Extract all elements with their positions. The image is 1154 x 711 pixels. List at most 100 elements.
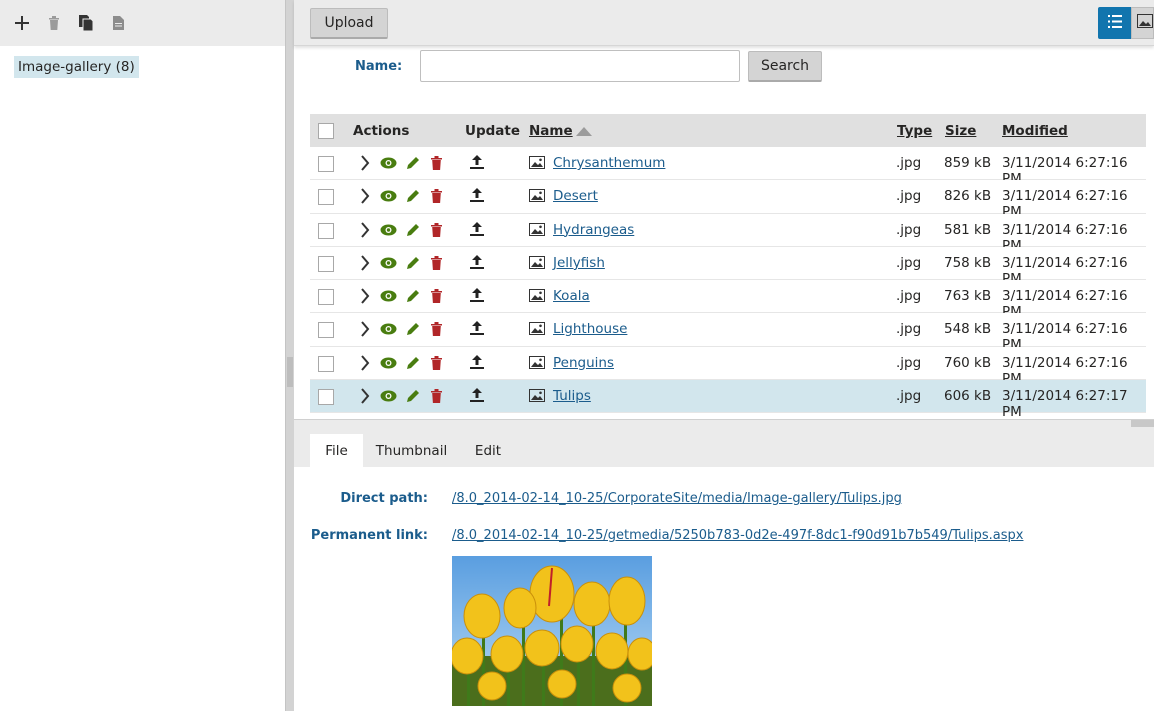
trash-icon[interactable] bbox=[431, 255, 447, 272]
upload-icon[interactable] bbox=[470, 388, 486, 404]
row-checkbox[interactable] bbox=[318, 222, 334, 239]
copy-icon bbox=[79, 15, 93, 31]
pencil-icon[interactable] bbox=[406, 289, 422, 305]
file-grid: Actions Update Name Type Size Modified C… bbox=[310, 114, 1146, 420]
file-name-link[interactable]: Hydrangeas bbox=[553, 222, 634, 238]
upload-icon[interactable] bbox=[470, 321, 486, 337]
plus-icon bbox=[15, 16, 29, 30]
header-update: Update bbox=[465, 123, 521, 139]
eye-icon[interactable] bbox=[380, 323, 397, 339]
table-row[interactable]: Lighthouse .jpg 548 kB 3/11/2014 6:27:16 PM bbox=[310, 313, 1146, 353]
table-row[interactable]: Hydrangeas .jpg 581 kB 3/11/2014 6:27:16 PM bbox=[310, 213, 1146, 254]
table-row[interactable]: Penguins .jpg 760 kB 3/11/2014 6:27:16 PM bbox=[310, 346, 1146, 387]
header-modified[interactable]: Modified bbox=[1002, 123, 1068, 139]
chevron-right-icon[interactable] bbox=[360, 288, 376, 304]
upload-button[interactable]: Upload bbox=[310, 8, 388, 39]
tab-thumbnail[interactable]: Thumbnail bbox=[369, 434, 454, 467]
file-name-link[interactable]: Desert bbox=[553, 188, 598, 204]
trash-icon[interactable] bbox=[431, 156, 447, 172]
chevron-right-icon[interactable] bbox=[360, 255, 376, 271]
list-view-button[interactable] bbox=[1098, 7, 1131, 39]
eye-icon[interactable] bbox=[380, 257, 397, 273]
chevron-right-icon[interactable] bbox=[360, 221, 376, 238]
header-name[interactable]: Name bbox=[529, 123, 573, 139]
chevron-right-icon[interactable] bbox=[360, 388, 376, 404]
trash-icon[interactable] bbox=[431, 389, 447, 405]
splitter-handle[interactable] bbox=[287, 357, 293, 387]
panel-splitter[interactable] bbox=[285, 0, 294, 711]
header-type[interactable]: Type bbox=[897, 123, 932, 139]
eye-icon[interactable] bbox=[380, 224, 397, 240]
trash-icon[interactable] bbox=[431, 222, 447, 239]
image-preview bbox=[452, 556, 652, 706]
upload-icon[interactable] bbox=[470, 221, 486, 238]
new-folder-button[interactable] bbox=[6, 7, 38, 39]
row-checkbox[interactable] bbox=[318, 189, 334, 206]
upload-icon[interactable] bbox=[470, 288, 486, 304]
tiles-view-button[interactable] bbox=[1131, 7, 1154, 39]
file-name-link[interactable]: Tulips bbox=[553, 388, 591, 404]
file-name-link[interactable]: Penguins bbox=[553, 355, 614, 371]
file-type: .jpg bbox=[896, 354, 922, 371]
upload-icon[interactable] bbox=[470, 354, 486, 371]
row-checkbox[interactable] bbox=[318, 156, 334, 172]
file-name-link[interactable]: Koala bbox=[553, 288, 590, 304]
file-name-link[interactable]: Jellyfish bbox=[553, 255, 605, 271]
upload-icon[interactable] bbox=[470, 155, 486, 171]
pencil-icon[interactable] bbox=[406, 189, 422, 205]
file-name-link[interactable]: Chrysanthemum bbox=[553, 155, 665, 171]
table-row[interactable]: Chrysanthemum .jpg 859 kB 3/11/2014 6:27:16… bbox=[310, 147, 1146, 187]
file-type: .jpg bbox=[896, 221, 922, 238]
tab-file[interactable]: File bbox=[310, 434, 363, 467]
eye-icon[interactable] bbox=[380, 157, 397, 173]
table-row[interactable]: Koala .jpg 763 kB 3/11/2014 6:27:16 PM bbox=[310, 280, 1146, 320]
pencil-icon[interactable] bbox=[406, 356, 422, 372]
file-type: .jpg bbox=[896, 388, 922, 405]
image-icon bbox=[529, 156, 545, 172]
eye-icon[interactable] bbox=[380, 357, 397, 373]
tree-node-image-gallery[interactable]: Image-gallery (8) bbox=[14, 56, 139, 78]
eye-icon[interactable] bbox=[380, 290, 397, 306]
row-checkbox[interactable] bbox=[318, 255, 334, 272]
row-checkbox[interactable] bbox=[318, 389, 334, 406]
horizontal-scrollbar[interactable] bbox=[1131, 420, 1154, 427]
header-size[interactable]: Size bbox=[945, 123, 976, 139]
name-filter-input[interactable] bbox=[420, 50, 740, 82]
eye-icon[interactable] bbox=[380, 390, 397, 406]
move-folder-button[interactable] bbox=[102, 7, 134, 39]
permanent-link[interactable]: /8.0_2014-02-14_10-25/getmedia/5250b783-… bbox=[452, 528, 1023, 543]
eye-icon[interactable] bbox=[380, 190, 397, 206]
copy-folder-button[interactable] bbox=[70, 7, 102, 39]
file-name-link[interactable]: Lighthouse bbox=[553, 321, 627, 337]
upload-icon[interactable] bbox=[470, 254, 486, 271]
pencil-icon[interactable] bbox=[406, 322, 422, 338]
direct-path-link[interactable]: /8.0_2014-02-14_10-25/CorporateSite/medi… bbox=[452, 491, 902, 506]
chevron-right-icon[interactable] bbox=[360, 355, 376, 371]
pencil-icon[interactable] bbox=[406, 223, 422, 239]
pencil-icon[interactable] bbox=[406, 156, 422, 172]
trash-icon[interactable] bbox=[431, 355, 447, 372]
trash-icon[interactable] bbox=[431, 189, 447, 205]
row-checkbox[interactable] bbox=[318, 289, 334, 306]
chevron-right-icon[interactable] bbox=[360, 155, 376, 171]
trash-icon[interactable] bbox=[431, 289, 447, 305]
chevron-right-icon[interactable] bbox=[360, 321, 376, 338]
search-button[interactable]: Search bbox=[748, 51, 822, 82]
pencil-icon[interactable] bbox=[406, 389, 422, 405]
chevron-right-icon[interactable] bbox=[360, 188, 376, 204]
row-checkbox[interactable] bbox=[318, 322, 334, 339]
pencil-icon[interactable] bbox=[406, 256, 422, 272]
file-size: 826 kB bbox=[944, 188, 992, 205]
upload-icon[interactable] bbox=[470, 188, 486, 204]
file-size: 859 kB bbox=[944, 155, 992, 171]
main-toolbar: Upload bbox=[294, 0, 1154, 46]
delete-folder-button[interactable] bbox=[38, 7, 70, 39]
table-row[interactable]: Jellyfish .jpg 758 kB 3/11/2014 6:27:16 PM bbox=[310, 246, 1146, 287]
select-all-checkbox[interactable] bbox=[318, 123, 334, 139]
image-icon bbox=[529, 322, 545, 338]
table-row[interactable]: Desert .jpg 826 kB 3/11/2014 6:27:16 PM bbox=[310, 180, 1146, 220]
row-checkbox[interactable] bbox=[318, 355, 334, 372]
table-row[interactable]: Tulips .jpg 606 kB 3/11/2014 6:27:17 PM bbox=[310, 380, 1146, 420]
tab-edit[interactable]: Edit bbox=[467, 434, 509, 467]
trash-icon[interactable] bbox=[431, 322, 447, 338]
